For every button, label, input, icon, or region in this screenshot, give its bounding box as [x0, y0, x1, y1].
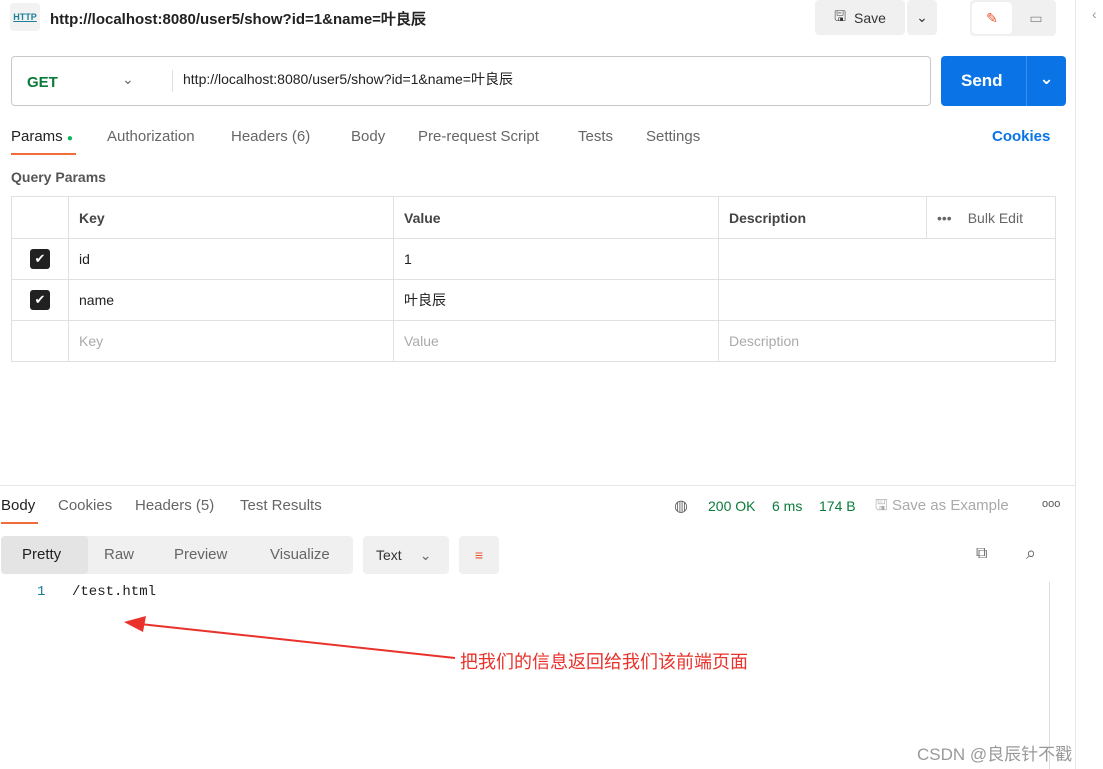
save-icon: 🖫: [834, 7, 846, 24]
response-tab-test-results[interactable]: Test Results: [240, 497, 322, 514]
url-bar: GET ⌄ http://localhost:8080/user5/show?i…: [11, 56, 931, 106]
key-input[interactable]: Key: [68, 320, 394, 362]
chevron-down-icon: ⌄: [122, 71, 134, 87]
wrap-lines-icon[interactable]: ≡: [459, 536, 499, 574]
divider: [0, 485, 1075, 486]
bulk-edit-button[interactable]: ••• Bulk Edit: [926, 196, 1056, 239]
view-visualize[interactable]: Visualize: [270, 546, 330, 563]
tab-params[interactable]: Params ●: [11, 128, 73, 145]
params-table: Key Value Description ••• Bulk Edit ✔ id 1 ✔ na…: [11, 196, 1056, 362]
copy-icon[interactable]: ⧉: [976, 545, 987, 563]
chevron-left-icon[interactable]: ‹: [1092, 6, 1097, 22]
tab-settings[interactable]: Settings: [646, 128, 700, 145]
response-tab-body[interactable]: Body: [1, 497, 35, 514]
cookies-link[interactable]: Cookies: [992, 128, 1050, 145]
url-input[interactable]: http://localhost:8080/user5/show?id=1&na…: [172, 70, 513, 92]
save-button[interactable]: 🖫 Save: [815, 0, 905, 35]
watermark: CSDN @良辰针不戳: [917, 745, 1073, 764]
globe-icon: ◍: [674, 498, 688, 515]
send-dropdown-icon[interactable]: ⌄: [1026, 56, 1066, 106]
table-row: ✔ name 叶良辰: [11, 279, 1056, 321]
format-select[interactable]: Text ⌄: [363, 536, 449, 574]
tab-body[interactable]: Body: [351, 128, 385, 145]
divider: [1075, 0, 1076, 769]
view-raw[interactable]: Raw: [104, 546, 134, 563]
description-input[interactable]: Description: [718, 320, 1056, 362]
response-tab-cookies[interactable]: Cookies: [58, 497, 112, 514]
view-pretty[interactable]: Pretty: [22, 546, 61, 563]
view-mode-tabs: Pretty Raw Preview Visualize: [1, 536, 353, 574]
response-tab-headers[interactable]: Headers (5): [135, 497, 214, 514]
checkbox[interactable]: ✔: [30, 249, 50, 269]
line-number: 1: [37, 584, 46, 600]
tab-underline: [11, 153, 76, 155]
table-row: ✔ id 1: [11, 238, 1056, 280]
status-code[interactable]: 200 OK: [708, 498, 755, 514]
view-preview[interactable]: Preview: [174, 546, 227, 563]
col-description: Description: [718, 196, 927, 239]
response-time[interactable]: 6 ms: [772, 498, 802, 514]
edit-icon[interactable]: ✎: [972, 2, 1012, 34]
response-body-line: /test.html: [72, 584, 157, 600]
tab-underline: [1, 522, 38, 524]
table-row-new: Key Value Description: [11, 320, 1056, 362]
tab-pre-request-script[interactable]: Pre-request Script: [418, 128, 539, 145]
method-select[interactable]: GET: [27, 74, 58, 91]
tab-tests[interactable]: Tests: [578, 128, 613, 145]
http-icon: HTTP: [10, 3, 40, 31]
chevron-down-icon: ⌄: [419, 546, 432, 563]
response-size[interactable]: 174 B: [819, 498, 856, 514]
more-icon[interactable]: ooo: [1042, 498, 1060, 510]
save-example-button[interactable]: 🖫 Save as Example: [875, 495, 1009, 520]
save-icon: 🖫: [875, 497, 888, 514]
send-button[interactable]: Send ⌄: [941, 56, 1066, 106]
col-value: Value: [393, 196, 719, 239]
col-key: Key: [68, 196, 394, 239]
more-icon: •••: [937, 209, 952, 226]
query-params-title: Query Params: [11, 169, 106, 185]
save-dropdown-button[interactable]: ⌄: [907, 0, 937, 35]
request-title: http://localhost:8080/user5/show?id=1&na…: [50, 11, 426, 28]
arrow-annotation: [124, 616, 456, 659]
search-icon[interactable]: ⌕: [1026, 543, 1036, 564]
annotation-text: 把我们的信息返回给我们该前端页面: [460, 652, 748, 672]
tab-authorization[interactable]: Authorization: [107, 128, 195, 145]
value-input[interactable]: Value: [393, 320, 719, 362]
comment-icon[interactable]: ▭: [1018, 2, 1054, 34]
mode-toggle: ✎ ▭: [970, 0, 1056, 36]
checkbox[interactable]: ✔: [30, 290, 50, 310]
tab-headers[interactable]: Headers (6): [231, 128, 310, 145]
